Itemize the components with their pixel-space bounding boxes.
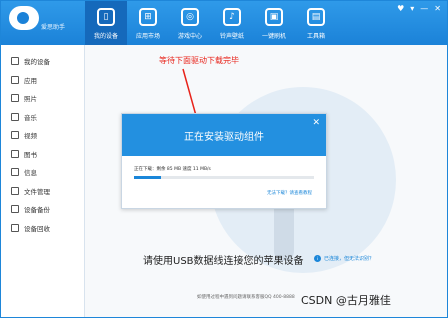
toolbox-icon: ▤ xyxy=(307,8,325,26)
sidebar-item-my-device[interactable]: 我的设备 xyxy=(1,52,84,71)
flash-icon: ▣ xyxy=(265,8,283,26)
sidebar-item-label: 音乐 xyxy=(24,113,37,122)
connected-help-link[interactable]: i 已连接，但无法识别？ xyxy=(314,255,374,262)
nav-label: 铃声壁纸 xyxy=(219,33,244,40)
top-header: 爱思助手 ▯ 我的设备 ⊞ 应用市场 ◎ 游戏中心 ♪ 铃声壁纸 ▣ 一键刷机 xyxy=(1,1,447,45)
dialog-title: 正在安装驱动组件 xyxy=(184,131,264,143)
close-icon[interactable]: ✕ xyxy=(312,118,320,128)
sidebar-item-label: 照片 xyxy=(24,95,37,104)
sidebar-item-backup[interactable]: 设备备份 xyxy=(1,200,84,219)
apps-icon xyxy=(11,75,19,84)
folder-icon xyxy=(11,186,19,195)
dialog-header: 正在安装驱动组件 ✕ xyxy=(122,114,326,156)
install-driver-dialog: 正在安装驱动组件 ✕ 正在下载：剩余 85 MB 速度 11 MB/s 无法下载… xyxy=(121,113,327,209)
sidebar-item-label: 图书 xyxy=(24,150,37,159)
nav-item-my-device[interactable]: ▯ 我的设备 xyxy=(85,1,127,45)
main-panel: 等待下面驱动下载完毕 正在安装驱动组件 ✕ 正在下载：剩余 85 MB 速度 1… xyxy=(85,45,447,317)
sidebar-item-messages[interactable]: 信息 xyxy=(1,163,84,182)
minimize-icon[interactable]: — xyxy=(420,4,428,13)
dialog-body: 正在下载：剩余 85 MB 速度 11 MB/s xyxy=(122,156,326,179)
connected-help-label: 已连接，但无法识别？ xyxy=(324,256,375,262)
nav-label: 应用市场 xyxy=(135,33,160,40)
sidebar-item-apps[interactable]: 应用 xyxy=(1,71,84,90)
app-window: 爱思助手 ▯ 我的设备 ⊞ 应用市场 ◎ 游戏中心 ♪ 铃声壁纸 ▣ 一键刷机 xyxy=(0,0,448,318)
top-nav: ▯ 我的设备 ⊞ 应用市场 ◎ 游戏中心 ♪ 铃声壁纸 ▣ 一键刷机 ▤ 工具箱 xyxy=(85,1,337,45)
window-controls: ♥ ▾ — ✕ xyxy=(397,4,441,13)
annotation-text: 等待下面驱动下载完毕 xyxy=(159,56,239,65)
sidebar: 我的设备 应用 照片 音乐 视频 图书 信息 文件管理 设备备份 设备回收 xyxy=(1,45,85,317)
sidebar-item-label: 设备备份 xyxy=(24,206,50,215)
sidebar-item-music[interactable]: 音乐 xyxy=(1,108,84,127)
music-icon: ♪ xyxy=(223,8,241,26)
menu-icon[interactable]: ▾ xyxy=(410,4,414,13)
sidebar-item-label: 设备回收 xyxy=(24,224,50,233)
photo-icon xyxy=(11,94,19,103)
apps-icon: ⊞ xyxy=(139,8,157,26)
nav-item-app-market[interactable]: ⊞ 应用市场 xyxy=(127,1,169,45)
sidebar-item-label: 应用 xyxy=(24,76,37,85)
download-status: 正在下载：剩余 85 MB 速度 11 MB/s xyxy=(134,167,211,172)
info-icon: i xyxy=(314,255,321,262)
music-icon xyxy=(11,112,19,121)
recycle-icon xyxy=(11,223,19,232)
nav-item-flash[interactable]: ▣ 一键刷机 xyxy=(253,1,295,45)
sidebar-item-files[interactable]: 文件管理 xyxy=(1,182,84,201)
sidebar-item-recycle[interactable]: 设备回收 xyxy=(1,219,84,238)
nav-label: 一键刷机 xyxy=(261,33,286,40)
connect-prompt: 请使用USB数据线连接您的苹果设备 xyxy=(143,256,304,267)
nav-item-game-center[interactable]: ◎ 游戏中心 xyxy=(169,1,211,45)
sidebar-item-label: 文件管理 xyxy=(24,187,50,196)
nav-label: 我的设备 xyxy=(93,33,118,40)
sidebar-item-video[interactable]: 视频 xyxy=(1,126,84,145)
gamepad-icon: ◎ xyxy=(181,8,199,26)
logo-text: 爱思助手 xyxy=(41,24,66,31)
sidebar-item-label: 我的设备 xyxy=(24,58,50,67)
book-icon xyxy=(11,149,19,158)
logo-eye-icon xyxy=(17,12,29,24)
nav-item-toolbox[interactable]: ▤ 工具箱 xyxy=(295,1,337,45)
download-help-link[interactable]: 无法下载？请查看教程 xyxy=(267,190,312,196)
progress-fill xyxy=(134,176,161,179)
sidebar-item-label: 视频 xyxy=(24,132,37,141)
sidebar-item-photos[interactable]: 照片 xyxy=(1,89,84,108)
nav-label: 游戏中心 xyxy=(177,33,202,40)
video-icon xyxy=(11,131,19,140)
watermark: CSDN @古月雅佳 xyxy=(301,294,391,307)
message-icon xyxy=(11,168,19,177)
progress-bar xyxy=(134,176,314,179)
nav-item-ringtones[interactable]: ♪ 铃声壁纸 xyxy=(211,1,253,45)
device-icon xyxy=(11,57,19,66)
close-icon[interactable]: ✕ xyxy=(434,4,441,13)
footer-text: 如使用过程中遇到问题请联系客服QQ 400-8888 xyxy=(197,295,295,300)
phone-icon: ▯ xyxy=(97,8,115,26)
sidebar-item-books[interactable]: 图书 xyxy=(1,145,84,164)
sidebar-item-label: 信息 xyxy=(24,169,37,178)
backup-icon xyxy=(11,205,19,214)
favorite-icon[interactable]: ♥ xyxy=(397,4,404,13)
nav-label: 工具箱 xyxy=(306,33,325,40)
